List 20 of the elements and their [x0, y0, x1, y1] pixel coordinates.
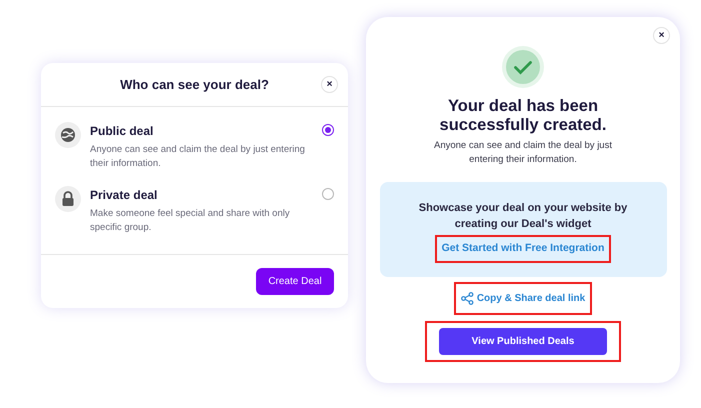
option-description: Make someone feel special and share with only specific group. [90, 207, 291, 235]
share-icon [460, 292, 474, 305]
close-button[interactable]: × [653, 27, 670, 44]
option-title: Private deal [90, 187, 158, 204]
share-link[interactable]: Copy & Share deal link [456, 284, 590, 313]
success-subtitle: Anyone can see and claim the deal by just entering their information. [433, 139, 613, 167]
dialog-title: Who can see your deal? [120, 76, 269, 94]
integration-link[interactable]: Get Started with Free Integration [436, 237, 610, 261]
promo-text: Showcase your deal on your website by creating our Deal's widget [418, 201, 628, 232]
create-deal-button[interactable]: Create Deal [256, 268, 334, 295]
view-published-deals-button[interactable]: View Published Deals [439, 328, 607, 355]
success-title: Your deal has been successfully created. [438, 97, 608, 135]
lock-icon [55, 186, 81, 212]
radio-button[interactable] [322, 124, 334, 136]
checkmark-icon [502, 46, 544, 88]
option-title: Public deal [90, 123, 154, 140]
option-description: Anyone can see and claim the deal by just entering their information. [90, 143, 305, 171]
radio-button[interactable] [322, 188, 334, 200]
close-button[interactable]: × [321, 76, 338, 93]
globe-icon [55, 122, 81, 148]
